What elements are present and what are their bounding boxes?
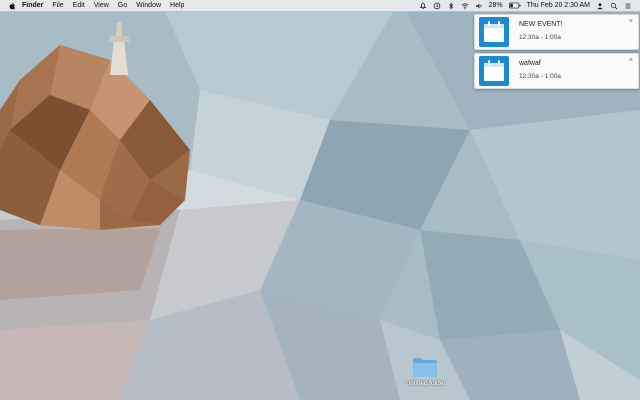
menu-go[interactable]: Go xyxy=(118,0,127,11)
notification-wafwaf[interactable]: wafwaf 12:30a - 1:00a × xyxy=(474,53,639,89)
battery-percentage: 28% xyxy=(488,2,503,9)
folder-label: untitled folder xyxy=(406,380,446,387)
menu-edit[interactable]: Edit xyxy=(73,0,85,11)
menu-view[interactable]: View xyxy=(94,0,109,11)
bluetooth-icon[interactable] xyxy=(447,1,455,10)
close-icon[interactable]: × xyxy=(629,57,633,64)
apple-menu-icon[interactable] xyxy=(8,2,16,10)
menu-window[interactable]: Window xyxy=(136,0,161,11)
status-area: 28% Thu Feb 20 2:30 AM xyxy=(413,0,632,11)
desktop-folder[interactable]: untitled folder xyxy=(396,356,456,396)
close-icon[interactable]: × xyxy=(629,18,633,25)
menu-file[interactable]: File xyxy=(52,0,63,11)
menu-finder[interactable]: Finder xyxy=(22,0,43,11)
calendar-icon xyxy=(479,56,509,86)
notification-new-event[interactable]: NEW EVENT! 12:30a - 1:00a × xyxy=(474,14,639,50)
notification-time: 12:30a - 1:00a xyxy=(519,34,561,41)
volume-icon[interactable] xyxy=(475,2,483,10)
notification-status-icon[interactable] xyxy=(419,1,427,10)
battery-icon[interactable] xyxy=(508,2,521,10)
time-machine-icon[interactable] xyxy=(433,2,441,10)
wifi-icon[interactable] xyxy=(461,2,469,10)
folder-icon xyxy=(413,358,437,377)
notification-title: NEW EVENT! xyxy=(519,21,563,28)
user-icon[interactable] xyxy=(596,2,604,10)
notification-title: wafwaf xyxy=(519,60,541,67)
notification-center-icon[interactable] xyxy=(624,2,632,10)
menu-bar: Finder File Edit View Go Window Help 28%… xyxy=(0,0,640,12)
calendar-icon xyxy=(479,17,509,47)
menu-help[interactable]: Help xyxy=(170,0,184,11)
spotlight-search-icon[interactable] xyxy=(610,2,618,10)
menu-clock[interactable]: Thu Feb 20 2:30 AM xyxy=(527,0,590,11)
notification-time: 12:30a - 1:00a xyxy=(519,73,561,80)
